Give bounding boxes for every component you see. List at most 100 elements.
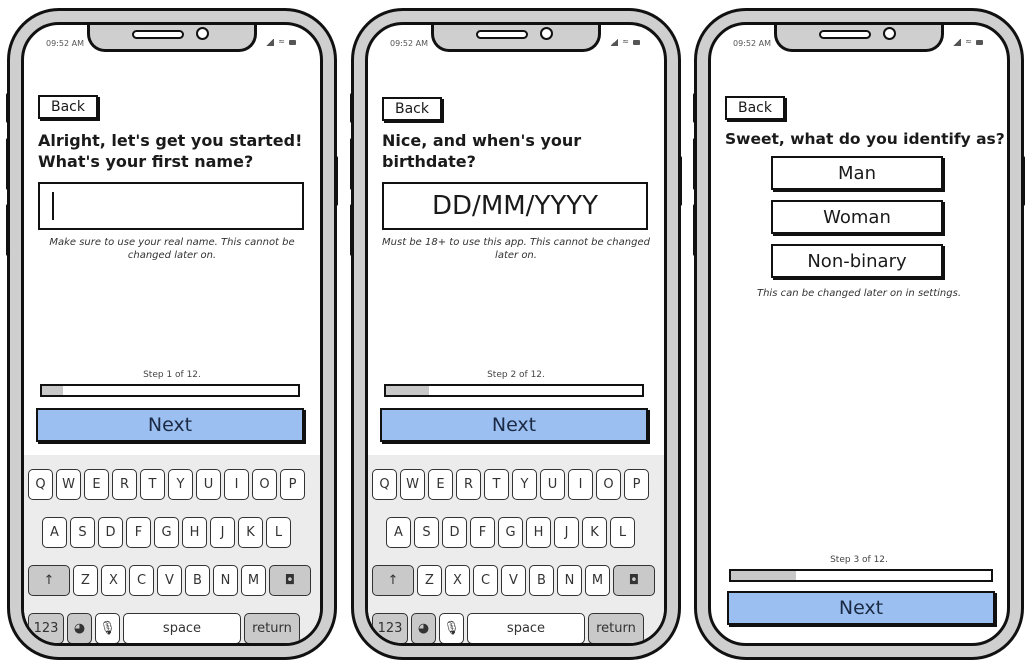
shift-key[interactable]: ↑ — [28, 565, 70, 596]
camera-icon — [540, 27, 553, 40]
key-e[interactable]: E — [428, 469, 453, 500]
key-g[interactable]: G — [498, 517, 523, 548]
key-t[interactable]: T — [484, 469, 509, 500]
shift-key[interactable]: ↑ — [372, 565, 414, 596]
key-a[interactable]: A — [42, 517, 67, 548]
key-d[interactable]: D — [442, 517, 467, 548]
option-man-button[interactable]: Man — [771, 156, 943, 190]
progress-bar — [40, 384, 300, 397]
key-w[interactable]: W — [56, 469, 81, 500]
key-z[interactable]: Z — [417, 565, 442, 596]
phone-screen-birthdate: 09:52 AM ≈ Back Nice, and when's your bi… — [350, 8, 682, 660]
key-k[interactable]: K — [582, 517, 607, 548]
key-x[interactable]: X — [445, 565, 470, 596]
key-y[interactable]: Y — [512, 469, 537, 500]
key-t[interactable]: T — [140, 469, 165, 500]
key-c[interactable]: C — [473, 565, 498, 596]
back-button[interactable]: Back — [382, 97, 442, 121]
globe-key[interactable]: ◕ — [67, 613, 92, 643]
key-k[interactable]: K — [238, 517, 263, 548]
numbers-key[interactable]: 123 — [372, 613, 408, 643]
key-d[interactable]: D — [98, 517, 123, 548]
progress-fill — [386, 386, 429, 395]
option-non-binary-button[interactable]: Non-binary — [771, 244, 943, 278]
key-a[interactable]: A — [386, 517, 411, 548]
key-q[interactable]: Q — [372, 469, 397, 500]
key-i[interactable]: I — [224, 469, 249, 500]
battery-icon — [976, 39, 983, 45]
key-m[interactable]: M — [585, 565, 610, 596]
key-j[interactable]: J — [210, 517, 235, 548]
key-m[interactable]: M — [241, 565, 266, 596]
wifi-icon: ≈ — [278, 37, 285, 46]
key-p[interactable]: P — [280, 469, 305, 500]
hint-text: Make sure to use your real name. This ca… — [49, 237, 295, 261]
key-h[interactable]: H — [526, 517, 551, 548]
keyboard-row-4: 123 ◕ 🎙 space return — [372, 613, 644, 643]
next-button[interactable]: Next — [36, 408, 304, 442]
notch — [431, 25, 601, 52]
key-s[interactable]: S — [70, 517, 95, 548]
status-time: 09:52 AM — [733, 39, 771, 48]
wifi-icon: ≈ — [622, 37, 629, 46]
option-woman-button[interactable]: Woman — [771, 200, 943, 234]
key-b[interactable]: B — [185, 565, 210, 596]
key-u[interactable]: U — [540, 469, 565, 500]
backspace-key[interactable]: ◘ — [269, 565, 311, 596]
key-u[interactable]: U — [196, 469, 221, 500]
key-i[interactable]: I — [568, 469, 593, 500]
key-v[interactable]: V — [157, 565, 182, 596]
key-q[interactable]: Q — [28, 469, 53, 500]
key-g[interactable]: G — [154, 517, 179, 548]
next-button[interactable]: Next — [380, 408, 648, 442]
key-p[interactable]: P — [624, 469, 649, 500]
return-key[interactable]: return — [588, 613, 644, 643]
side-button — [1021, 156, 1025, 206]
backspace-key[interactable]: ◘ — [613, 565, 655, 596]
back-button[interactable]: Back — [38, 95, 98, 119]
speaker-icon — [476, 30, 528, 39]
hint-text: This can be changed later on in settings… — [756, 288, 962, 299]
signal-icon — [610, 38, 619, 46]
birthdate-input[interactable]: DD/MM/YYYY — [382, 182, 648, 230]
back-button[interactable]: Back — [725, 96, 785, 120]
keyboard-row-1: QWERTYUIOP — [28, 469, 305, 500]
keyboard: Q W E R T Y U I O P A S D F G H J K L ↑ Z X C V B N M ◘ 123 ◕ 🎙 space re… — [24, 455, 320, 643]
key-e[interactable]: E — [84, 469, 109, 500]
side-button — [693, 138, 697, 190]
numbers-key[interactable]: 123 — [28, 613, 64, 643]
key-f[interactable]: F — [126, 517, 151, 548]
key-n[interactable]: N — [213, 565, 238, 596]
key-o[interactable]: O — [596, 469, 621, 500]
keyboard-row-4: 123 ◕ 🎙 space return — [28, 613, 300, 643]
key-h[interactable]: H — [182, 517, 207, 548]
key-x[interactable]: X — [101, 565, 126, 596]
key-f[interactable]: F — [470, 517, 495, 548]
key-n[interactable]: N — [557, 565, 582, 596]
key-j[interactable]: J — [554, 517, 579, 548]
key-r[interactable]: R — [112, 469, 137, 500]
next-button[interactable]: Next — [727, 591, 995, 625]
notch — [774, 25, 944, 52]
return-key[interactable]: return — [244, 613, 300, 643]
microphone-key[interactable]: 🎙 — [95, 613, 120, 643]
key-y[interactable]: Y — [168, 469, 193, 500]
space-key[interactable]: space — [123, 613, 241, 643]
hint-text: Must be 18+ to use this app. This cannot… — [382, 237, 650, 261]
key-l[interactable]: L — [266, 517, 291, 548]
space-key[interactable]: space — [467, 613, 585, 643]
question-heading: Nice, and when's your birthdate? — [382, 131, 582, 171]
microphone-key[interactable]: 🎙 — [439, 613, 464, 643]
keyboard-row-1: QWERTYUIOP — [372, 469, 649, 500]
key-b[interactable]: B — [529, 565, 554, 596]
key-r[interactable]: R — [456, 469, 481, 500]
key-l[interactable]: L — [610, 517, 635, 548]
key-c[interactable]: C — [129, 565, 154, 596]
key-o[interactable]: O — [252, 469, 277, 500]
globe-key[interactable]: ◕ — [411, 613, 436, 643]
key-v[interactable]: V — [501, 565, 526, 596]
key-s[interactable]: S — [414, 517, 439, 548]
key-w[interactable]: W — [400, 469, 425, 500]
first-name-input[interactable] — [38, 182, 304, 230]
key-z[interactable]: Z — [73, 565, 98, 596]
